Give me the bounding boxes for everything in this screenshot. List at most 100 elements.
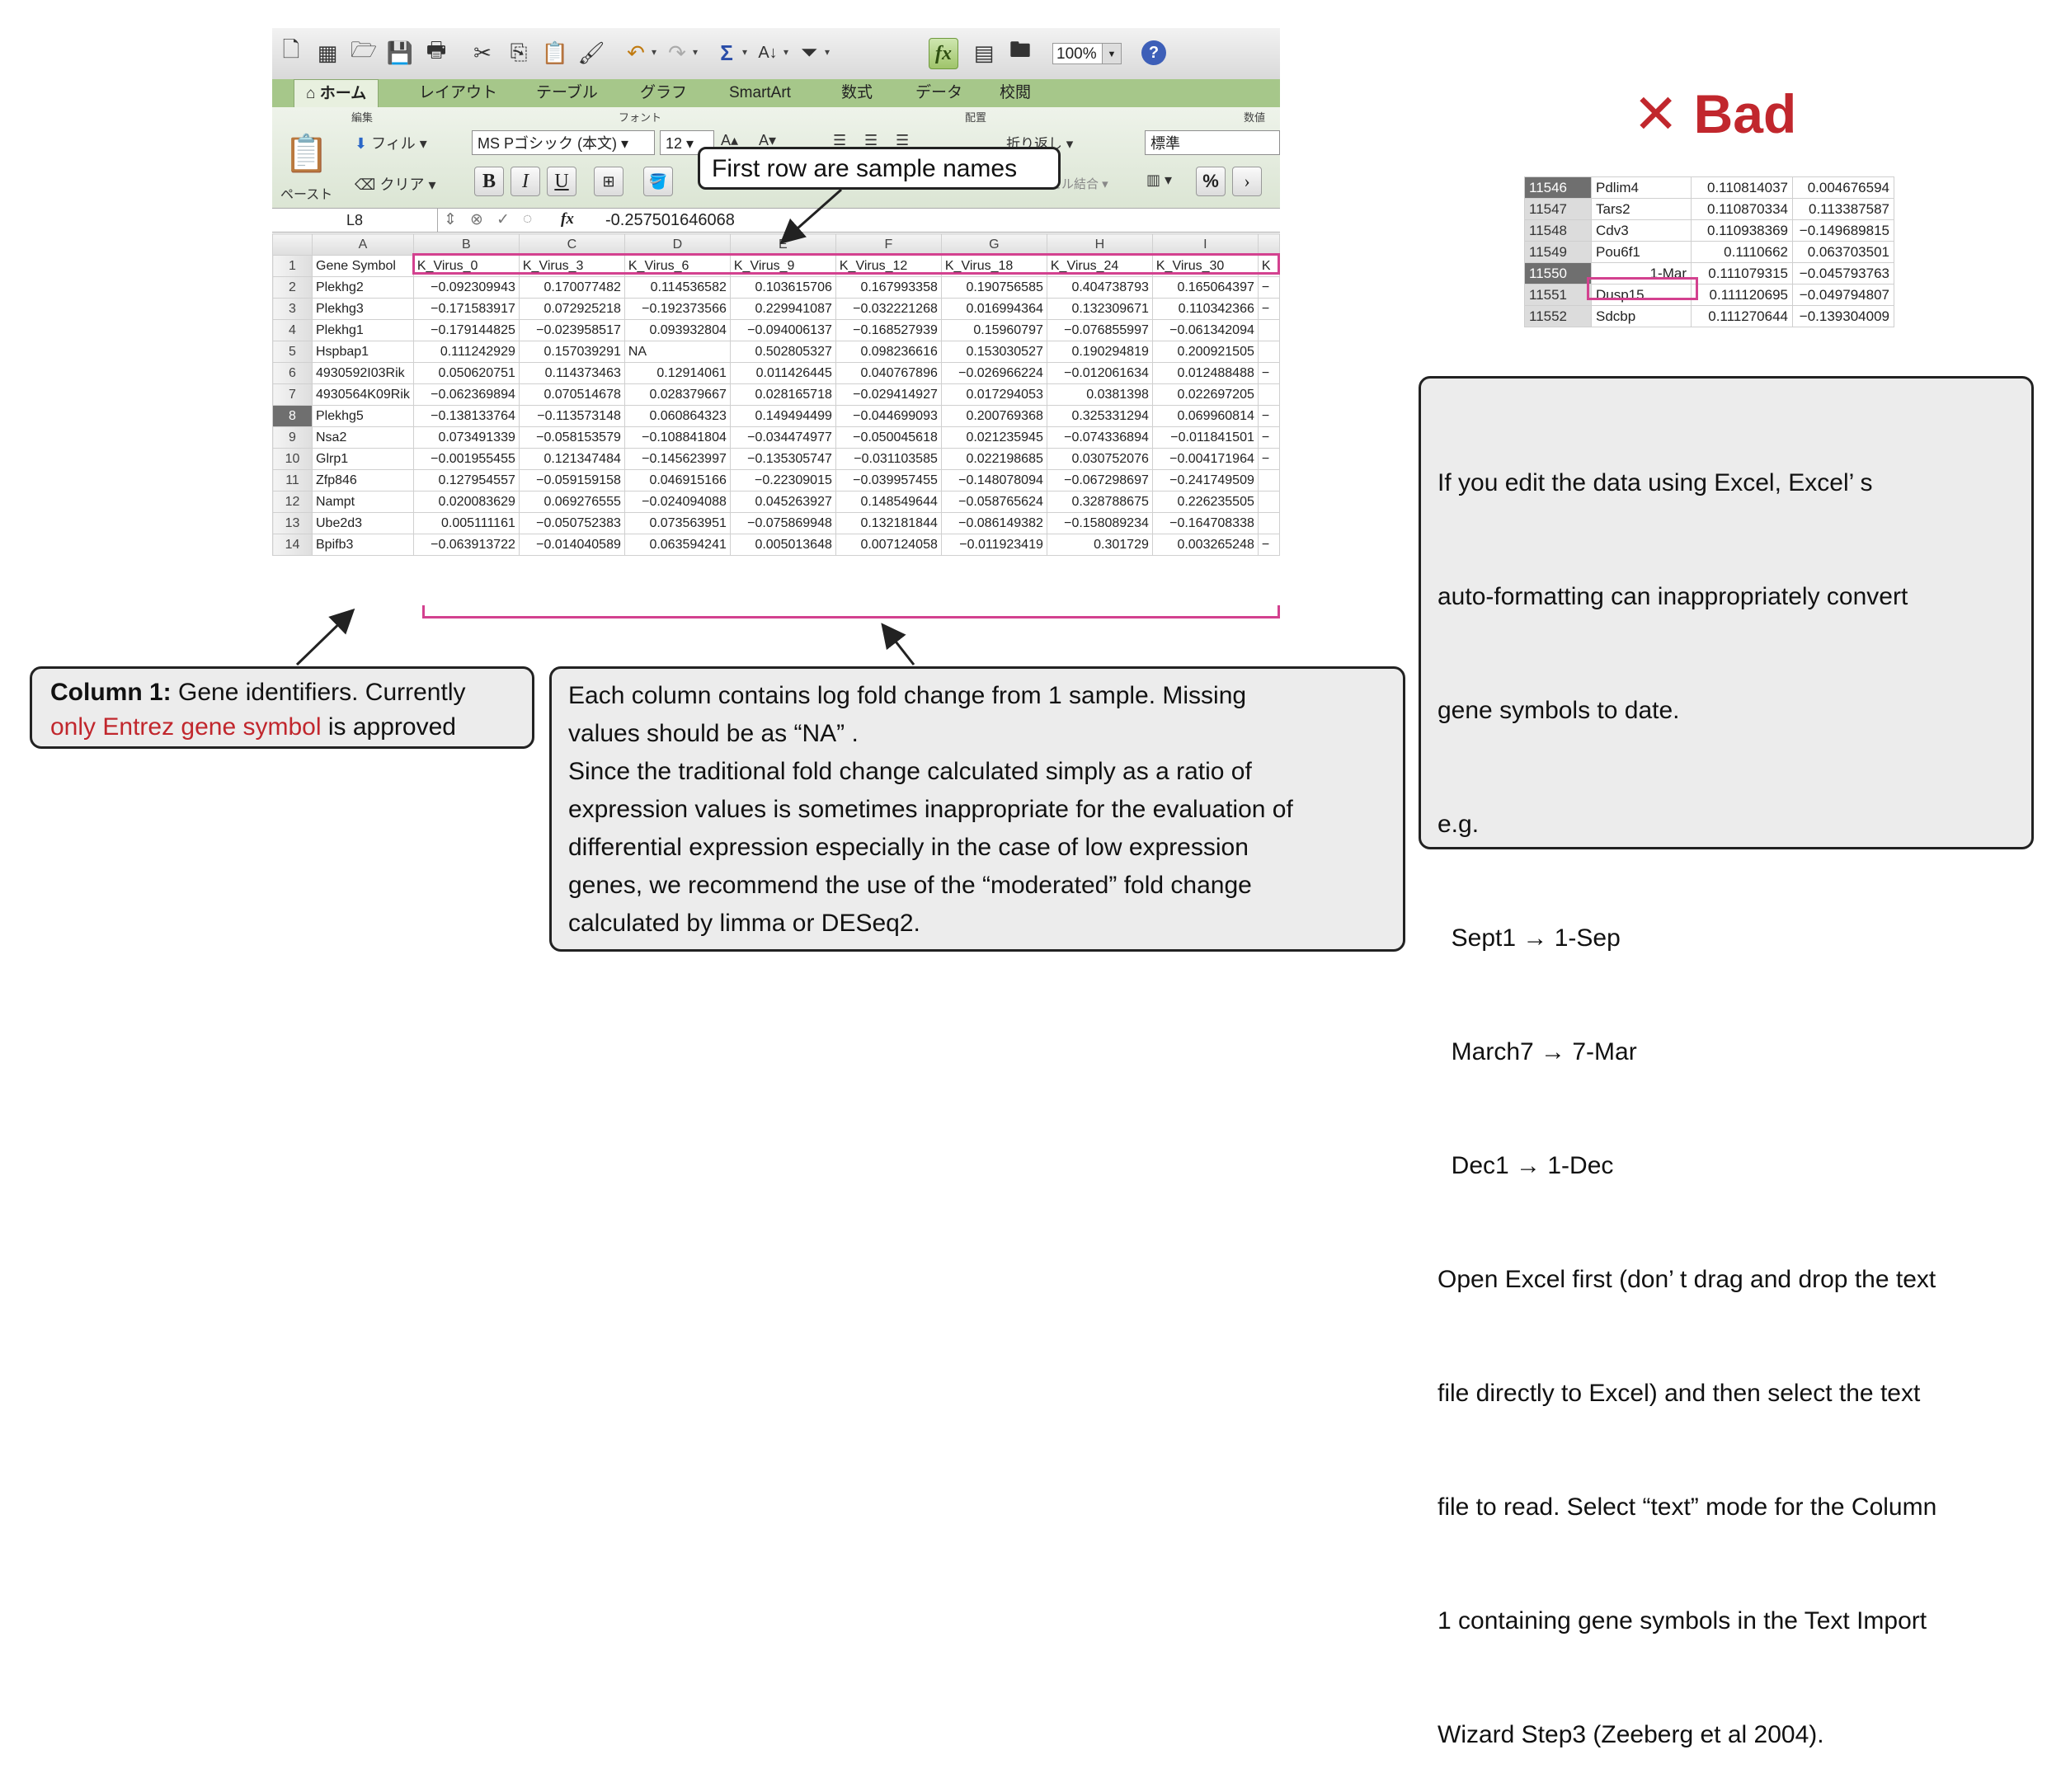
- value-cell[interactable]: −0.179144825: [412, 319, 520, 341]
- tab-data[interactable]: データ: [915, 79, 962, 107]
- row-header[interactable]: 11549: [1524, 241, 1592, 263]
- row-header[interactable]: 11: [272, 469, 313, 492]
- cancel-icon[interactable]: ⊗: [470, 210, 483, 229]
- value-cell[interactable]: −0.050045618: [835, 426, 942, 449]
- value-cell[interactable]: 0.121347484: [518, 448, 625, 470]
- value-cell[interactable]: −0.086149382: [940, 512, 1047, 534]
- col-header-f[interactable]: F: [835, 233, 942, 256]
- value-cell[interactable]: −0.039957455: [835, 469, 942, 492]
- gene-symbol-cell[interactable]: Glrp1: [312, 448, 414, 470]
- formula-input[interactable]: -0.257501646068: [605, 209, 735, 232]
- row-header[interactable]: 4: [272, 319, 313, 341]
- value-cell[interactable]: 0.165064397: [1151, 276, 1259, 299]
- value-cell[interactable]: −0.148078094: [940, 469, 1047, 492]
- show-toolbox-icon[interactable]: ▤: [970, 38, 998, 68]
- row-header[interactable]: 11551: [1524, 284, 1592, 306]
- value-cell[interactable]: −: [1257, 448, 1280, 470]
- value-cell[interactable]: −0.113573148: [518, 405, 625, 427]
- value-cell[interactable]: 0.046915166: [623, 469, 731, 492]
- open-icon[interactable]: 🗁: [350, 37, 378, 68]
- tab-layout[interactable]: レイアウト: [419, 79, 497, 107]
- value-cell[interactable]: −0.092309943: [412, 276, 520, 299]
- value-cell[interactable]: 0.12914061: [623, 362, 731, 384]
- value-cell[interactable]: [1257, 341, 1280, 363]
- number-format-select[interactable]: 標準: [1145, 130, 1280, 155]
- value-cell[interactable]: −: [1257, 534, 1280, 556]
- redo-icon[interactable]: ↷: [663, 38, 691, 68]
- value-cell[interactable]: −0.062369894: [412, 383, 520, 406]
- media-icon[interactable]: 🖿: [1006, 37, 1034, 68]
- copy-icon[interactable]: ⎘: [505, 38, 533, 68]
- gene-symbol-cell[interactable]: Plekhg5: [312, 405, 414, 427]
- value-cell[interactable]: −0.108841804: [623, 426, 731, 449]
- undo-dropdown-icon[interactable]: ▾: [652, 46, 656, 58]
- gene-symbol-cell[interactable]: Plekhg1: [312, 319, 414, 341]
- value-cell[interactable]: −: [1257, 405, 1280, 427]
- value-cell[interactable]: −0.031103585: [835, 448, 942, 470]
- col-header-h[interactable]: H: [1046, 233, 1153, 256]
- value-cell[interactable]: −0.023958517: [518, 319, 625, 341]
- value-cell[interactable]: 0.190756585: [940, 276, 1047, 299]
- value-cell[interactable]: 0.028379667: [623, 383, 731, 406]
- value-cell[interactable]: −0.001955455: [412, 448, 520, 470]
- row-header[interactable]: 13: [272, 512, 313, 534]
- value-cell[interactable]: −0.044699093: [835, 405, 942, 427]
- row-header[interactable]: 2: [272, 276, 313, 299]
- row-header[interactable]: 10: [272, 448, 313, 470]
- gene-symbol-cell[interactable]: Nsa2: [312, 426, 414, 449]
- gene-symbol-cell[interactable]: 4930592I03Rik: [312, 362, 414, 384]
- value-cell[interactable]: 0.022198685: [940, 448, 1047, 470]
- value-cell[interactable]: −0.139304009: [1792, 305, 1894, 327]
- tab-review[interactable]: 校閲: [1000, 79, 1031, 107]
- value-cell[interactable]: −: [1257, 426, 1280, 449]
- zoom-select[interactable]: 100% ▼: [1052, 43, 1122, 64]
- help-icon[interactable]: ?: [1141, 40, 1166, 65]
- row-header[interactable]: 11550: [1524, 262, 1592, 285]
- value-cell[interactable]: 0.007124058: [835, 534, 942, 556]
- value-cell[interactable]: 0.011426445: [729, 362, 836, 384]
- value-cell[interactable]: 0.028165718: [729, 383, 836, 406]
- col-header-g[interactable]: G: [940, 233, 1047, 256]
- col-header-i[interactable]: I: [1151, 233, 1259, 256]
- value-cell[interactable]: −0.149689815: [1792, 219, 1894, 242]
- fill-button[interactable]: ⬇ フィル ▾: [355, 132, 427, 153]
- value-cell[interactable]: 0.114373463: [518, 362, 625, 384]
- value-cell[interactable]: 0.502805327: [729, 341, 836, 363]
- value-cell[interactable]: −0.094006137: [729, 319, 836, 341]
- value-cell[interactable]: [1257, 469, 1280, 492]
- gene-symbol-cell[interactable]: Tars2: [1591, 198, 1692, 220]
- value-cell[interactable]: 0.093932804: [623, 319, 731, 341]
- value-cell[interactable]: 0.103615706: [729, 276, 836, 299]
- gene-symbol-cell[interactable]: Pou6f1: [1591, 241, 1692, 263]
- tab-formulas[interactable]: 数式: [841, 79, 873, 107]
- gene-symbol-cell[interactable]: Sdcbp: [1591, 305, 1692, 327]
- autosum-icon[interactable]: Σ: [713, 38, 741, 68]
- row-header[interactable]: 11548: [1524, 219, 1592, 242]
- value-cell[interactable]: 0.098236616: [835, 341, 942, 363]
- value-cell[interactable]: −0.192373566: [623, 298, 731, 320]
- value-cell[interactable]: 0.15960797: [940, 319, 1047, 341]
- clear-button[interactable]: ⌫ クリア ▾: [355, 173, 436, 195]
- value-cell[interactable]: 0.069960814: [1151, 405, 1259, 427]
- col-header-c[interactable]: C: [518, 233, 625, 256]
- value-cell[interactable]: 0.070514678: [518, 383, 625, 406]
- value-cell[interactable]: 0.005013648: [729, 534, 836, 556]
- value-cell[interactable]: 0.226235505: [1151, 491, 1259, 513]
- value-cell[interactable]: 0.045263927: [729, 491, 836, 513]
- row-header[interactable]: 14: [272, 534, 313, 556]
- gene-symbol-cell[interactable]: Zfp846: [312, 469, 414, 492]
- value-cell[interactable]: −0.004171964: [1151, 448, 1259, 470]
- value-cell[interactable]: 0.114536582: [623, 276, 731, 299]
- value-cell[interactable]: −: [1257, 276, 1280, 299]
- value-cell[interactable]: −0.22309015: [729, 469, 836, 492]
- undo-icon[interactable]: ↶: [622, 38, 650, 68]
- value-cell[interactable]: 0.111079315: [1691, 262, 1793, 285]
- value-cell[interactable]: −: [1257, 362, 1280, 384]
- row-header[interactable]: 7: [272, 383, 313, 406]
- value-cell[interactable]: −0.075869948: [729, 512, 836, 534]
- gene-symbol-cell[interactable]: Hspbap1: [312, 341, 414, 363]
- format-painter-icon[interactable]: 🖌: [577, 38, 605, 68]
- new-icon[interactable]: 🗋: [277, 37, 305, 68]
- tab-table[interactable]: テーブル: [536, 79, 598, 107]
- value-cell[interactable]: 0.073491339: [412, 426, 520, 449]
